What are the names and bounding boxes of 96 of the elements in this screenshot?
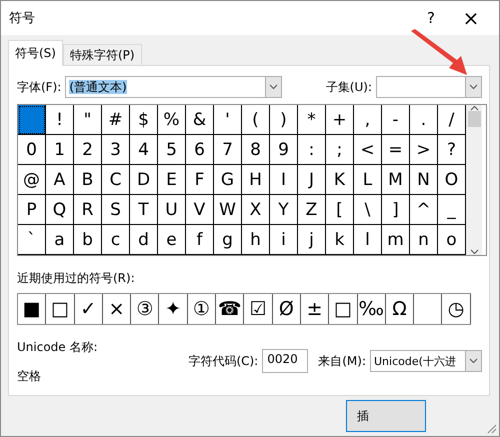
tab[interactable]: 特殊字符(P) [62,44,142,66]
char-code-label: 字符代码(C): [188,352,258,370]
symbol-cell[interactable]: L [354,165,382,195]
symbol-cell[interactable]: I [270,165,298,195]
subset-label: 子集(U): [326,78,372,96]
from-label: 来自(M): [318,352,366,370]
symbol-cell[interactable]: 2 [74,135,102,165]
symbol-cell[interactable]: . [410,105,438,135]
font-value: (普通文本) [69,80,127,94]
symbol-cell[interactable]: n [410,225,438,255]
symbol-cell[interactable]: 9 [270,135,298,165]
symbol-cell[interactable]: h [242,225,270,255]
symbol-cell[interactable]: P [18,195,46,225]
symbol-cell[interactable]: 6 [186,135,214,165]
symbol-cell[interactable]: d [130,225,158,255]
symbol-cell[interactable]: E [158,165,186,195]
symbol-cell[interactable]: U [158,195,186,225]
symbol-cell[interactable]: ^ [410,195,438,225]
symbol-cell[interactable]: l [354,225,382,255]
insert-button[interactable]: 插 [346,400,426,432]
symbol-cell[interactable]: Y [270,195,298,225]
symbol-cell[interactable]: R [74,195,102,225]
symbol-cell[interactable]: - [382,105,410,135]
symbol-cell[interactable]: o [438,225,466,255]
symbol-cell[interactable]: & [186,105,214,135]
symbol-cell[interactable]: N [410,165,438,195]
symbol-cell[interactable]: a [46,225,74,255]
symbol-cell[interactable]: X [242,195,270,225]
symbol-cell[interactable]: , [354,105,382,135]
symbol-cell[interactable]: @ [18,165,46,195]
symbol-cell[interactable]: ] [382,195,410,225]
symbol-cell[interactable]: _ [438,195,466,225]
symbol-cell[interactable]: 4 [130,135,158,165]
symbol-cell[interactable]: V [186,195,214,225]
symbol-cell[interactable]: $ [130,105,158,135]
symbol-cell[interactable]: W [214,195,242,225]
symbol-cell[interactable]: ; [326,135,354,165]
symbol-cell[interactable]: 3 [102,135,130,165]
symbol-cell[interactable]: < [354,135,382,165]
symbol-cell[interactable]: 8 [242,135,270,165]
symbol-cell[interactable]: b [74,225,102,255]
symbol-cell[interactable]: ) [270,105,298,135]
symbol-cell[interactable]: ( [242,105,270,135]
recent-label: 近期使用过的符号(R): [17,270,136,287]
symbol-cell[interactable]: ! [46,105,74,135]
symbol-cell[interactable]: / [438,105,466,135]
symbol-cell[interactable]: 0 [18,135,46,165]
symbol-cell[interactable]: H [242,165,270,195]
symbol-cell[interactable]: % [158,105,186,135]
symbol-cell[interactable]: G [214,165,242,195]
symbol-cell[interactable]: Z [298,195,326,225]
symbol-cell[interactable]: Q [46,195,74,225]
symbol-cell[interactable]: j [298,225,326,255]
symbol-cell[interactable]: m [382,225,410,255]
unicode-name-value: 空格 [17,368,42,385]
symbol-cell[interactable]: C [102,165,130,195]
symbol-cell[interactable]: B [74,165,102,195]
close-button[interactable]: × [451,3,491,33]
symbol-cell[interactable]: O [438,165,466,195]
symbol-cell[interactable]: # [102,105,130,135]
symbol-cell[interactable]: ' [214,105,242,135]
from-dropdown[interactable]: Unicode(十六进 [370,350,482,372]
window-title: 符号 [9,10,36,27]
symbol-cell[interactable]: S [102,195,130,225]
symbol-cell[interactable]: + [326,105,354,135]
symbol-cell[interactable]: K [326,165,354,195]
symbol-cell[interactable]: g [214,225,242,255]
symbol-cell[interactable]: c [102,225,130,255]
char-code-field[interactable]: 0020 [262,349,308,373]
symbol-cell[interactable]: > [410,135,438,165]
symbol-cell[interactable]: " [74,105,102,135]
symbol-cell[interactable]: 1 [46,135,74,165]
font-dropdown[interactable]: (普通文本) [65,76,282,98]
symbol-cell[interactable]: k [326,225,354,255]
symbol-cell[interactable]: \ [354,195,382,225]
symbol-cell[interactable]: M [382,165,410,195]
symbol-cell[interactable]: : [298,135,326,165]
symbol-cell[interactable]: ` [18,225,46,255]
symbol-cell[interactable]: = [382,135,410,165]
symbol-cell[interactable]: e [158,225,186,255]
symbol-cell[interactable]: [ [326,195,354,225]
symbol-cell[interactable]: F [186,165,214,195]
symbol-cell[interactable]: * [298,105,326,135]
unicode-name-label: Unicode 名称: [17,339,99,356]
symbol-cell[interactable]: f [186,225,214,255]
symbol-cell[interactable]: 7 [214,135,242,165]
symbol-cell[interactable]: 5 [158,135,186,165]
tab[interactable]: 符号(S) [8,40,63,66]
font-label: 字体(F): [17,78,62,96]
symbol-cell[interactable]: ? [438,135,466,165]
symbol-cell[interactable]: D [130,165,158,195]
symbol-cell[interactable]: A [46,165,74,195]
help-button[interactable]: ? [411,3,451,33]
symbol-cell[interactable]: J [298,165,326,195]
symbol-cell[interactable]: T [130,195,158,225]
symbol-cell[interactable]: i [270,225,298,255]
